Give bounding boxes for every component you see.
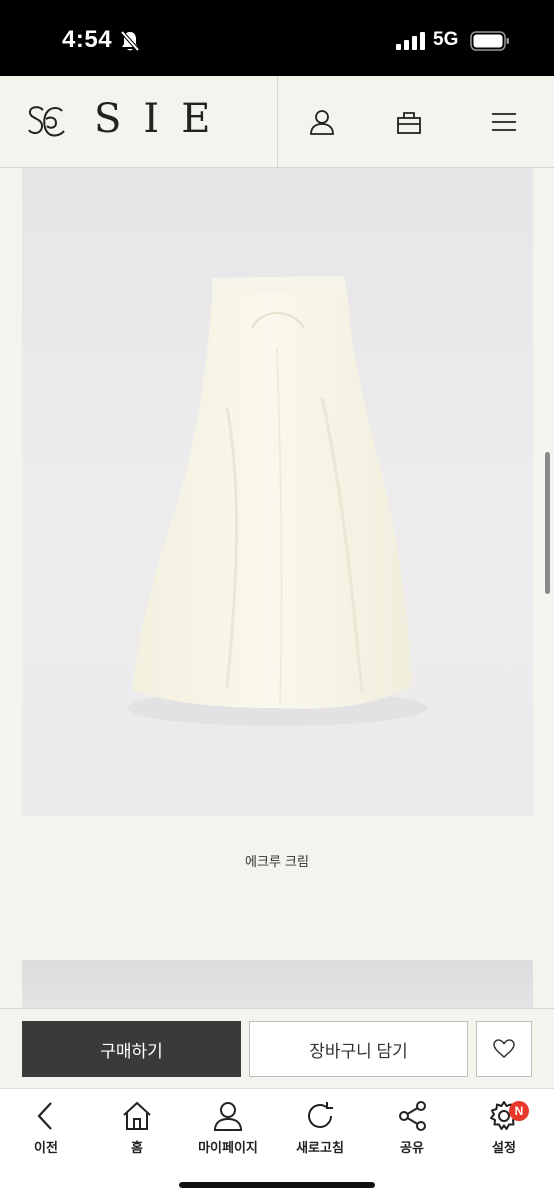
wishlist-button[interactable] bbox=[476, 1021, 532, 1077]
nav-settings[interactable]: N 설정 bbox=[469, 1099, 539, 1159]
battery-icon bbox=[470, 31, 509, 51]
header-divider bbox=[277, 76, 278, 168]
status-bar: 4:54 5G bbox=[0, 0, 554, 76]
nav-refresh[interactable]: 새로고침 bbox=[285, 1099, 355, 1159]
skirt-illustration bbox=[127, 276, 427, 726]
share-icon bbox=[399, 1101, 426, 1131]
product-image[interactable] bbox=[22, 168, 533, 816]
network-label: 5G bbox=[433, 29, 459, 50]
purchase-bar: 구매하기 장바구니 담기 bbox=[0, 1008, 554, 1088]
signal-icon bbox=[396, 32, 425, 50]
home-icon bbox=[123, 1101, 151, 1130]
nav-back[interactable]: 이전 bbox=[11, 1099, 81, 1159]
nav-home[interactable]: 홈 bbox=[102, 1099, 172, 1159]
site-header: SIE bbox=[0, 76, 554, 168]
nav-refresh-label: 새로고침 bbox=[296, 1141, 344, 1156]
status-time: 4:54 bbox=[62, 26, 113, 53]
buy-button[interactable]: 구매하기 bbox=[22, 1021, 241, 1077]
bell-off-icon bbox=[120, 30, 140, 52]
nav-share[interactable]: 공유 bbox=[377, 1099, 447, 1159]
back-icon bbox=[37, 1102, 52, 1130]
nav-mypage[interactable]: 마이페이지 bbox=[193, 1099, 263, 1159]
notification-badge: N bbox=[509, 1101, 529, 1121]
nav-home-label: 홈 bbox=[131, 1141, 143, 1156]
next-product-image[interactable] bbox=[22, 960, 533, 1010]
scrollbar[interactable] bbox=[545, 452, 550, 594]
nav-mypage-label: 마이페이지 bbox=[198, 1141, 258, 1156]
nav-back-label: 이전 bbox=[34, 1141, 58, 1156]
shopping-bag-icon[interactable] bbox=[395, 108, 423, 136]
nav-settings-label: 설정 bbox=[492, 1141, 516, 1156]
user-icon bbox=[213, 1102, 243, 1131]
home-indicator bbox=[179, 1182, 375, 1188]
add-to-cart-button[interactable]: 장바구니 담기 bbox=[249, 1021, 468, 1077]
logo-text[interactable]: SIE bbox=[94, 96, 232, 142]
heart-icon bbox=[493, 1039, 515, 1058]
menu-icon[interactable] bbox=[490, 108, 518, 136]
color-option-label: 에크루 크림 bbox=[245, 855, 309, 870]
logo-icon[interactable] bbox=[26, 102, 68, 142]
nav-share-label: 공유 bbox=[400, 1141, 424, 1156]
user-icon[interactable] bbox=[308, 108, 336, 136]
refresh-icon bbox=[308, 1102, 333, 1128]
